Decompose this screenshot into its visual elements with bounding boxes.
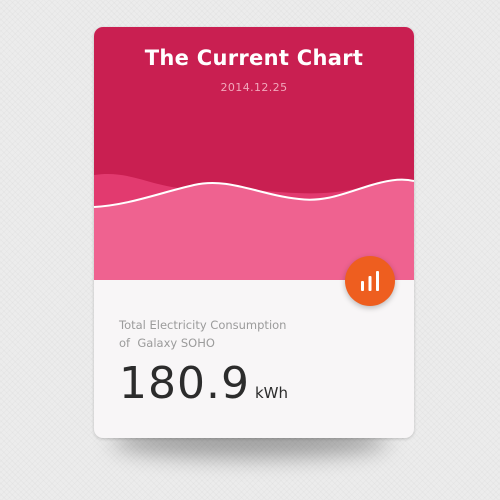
reading: 180.9 kWh xyxy=(119,358,288,409)
consumption-value: 180.9 xyxy=(119,358,250,409)
card-date: 2014.12.25 xyxy=(220,81,288,94)
consumption-card: The Current Chart 2014.12.25 Total Elect… xyxy=(94,27,414,438)
consumption-unit: kWh xyxy=(254,384,288,402)
card-header: The Current Chart 2014.12.25 xyxy=(94,27,414,280)
chart-button[interactable] xyxy=(345,256,395,306)
bar-chart-icon xyxy=(361,271,379,291)
description-line-2: of Galaxy SOHO xyxy=(119,336,215,350)
description-line-1: Total Electricity Consumption xyxy=(119,318,287,332)
card-title: The Current Chart xyxy=(144,46,364,70)
